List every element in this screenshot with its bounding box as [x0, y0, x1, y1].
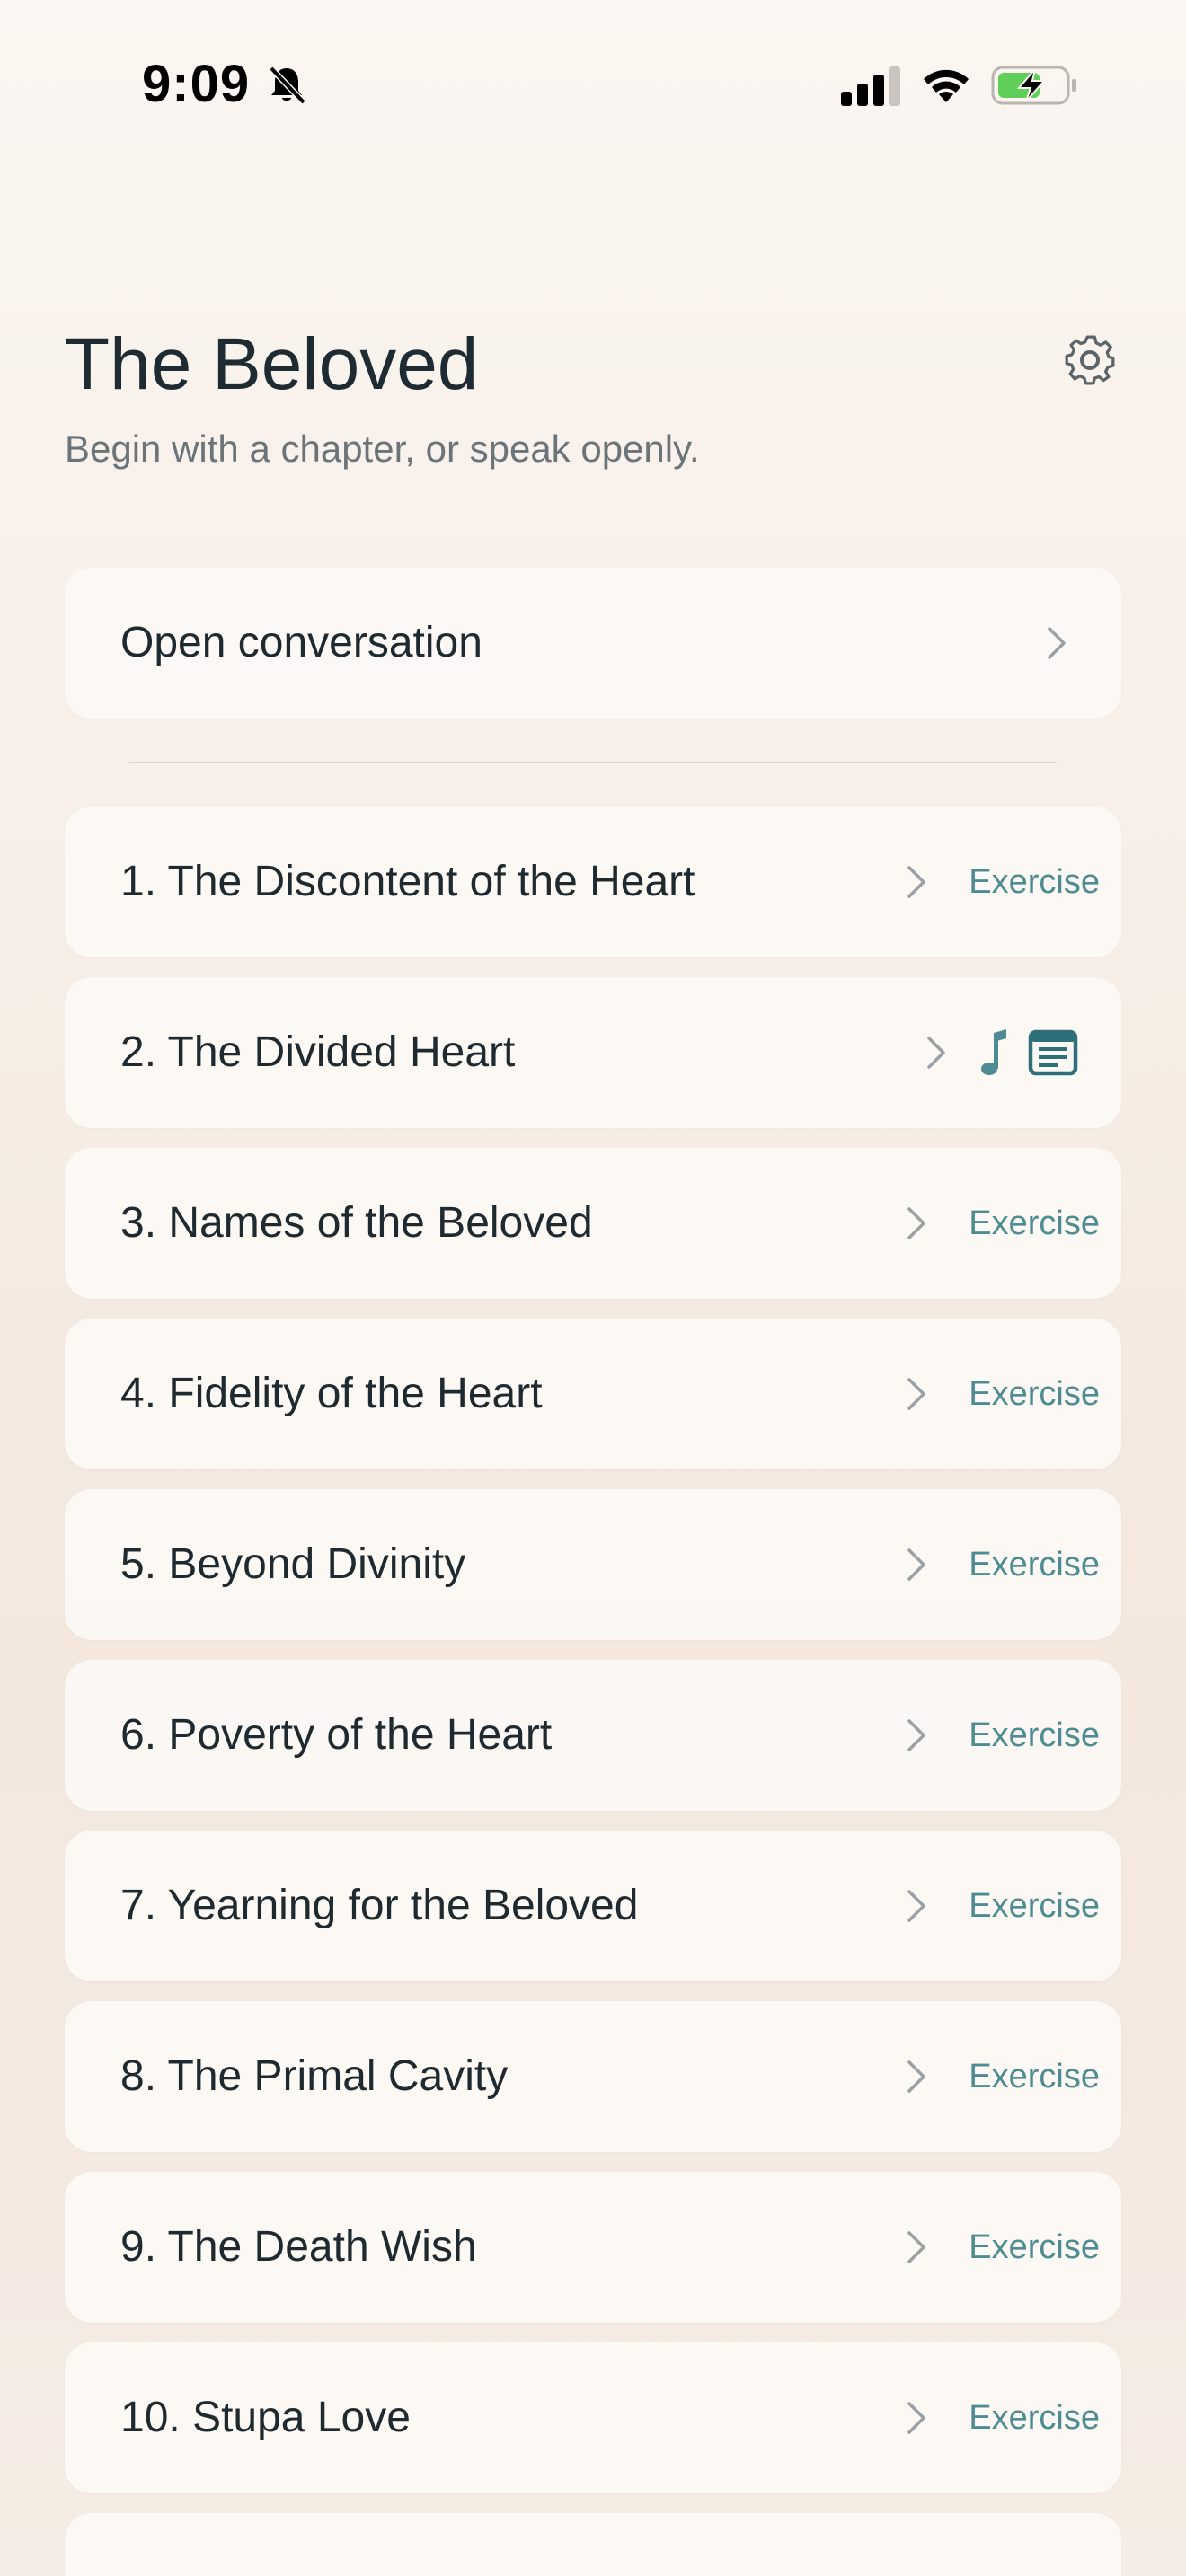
page-subtitle: Begin with a chapter, or speak openly. — [65, 428, 700, 470]
chapter-title: 7. Yearning for the Beloved — [120, 1882, 639, 1929]
document-icon[interactable] — [1028, 1029, 1078, 1076]
chapter-title: 2. The Divided Heart — [120, 1028, 516, 1076]
status-time: 9:09 — [142, 55, 251, 113]
chevron-right-icon — [907, 2231, 925, 2263]
chapter-title: 8. The Primal Cavity — [120, 2052, 509, 2100]
chevron-right-icon — [1048, 627, 1066, 659]
exercise-link[interactable]: Exercise — [969, 2342, 1100, 2493]
divider — [129, 762, 1057, 763]
music-note-icon[interactable] — [978, 1026, 1010, 1080]
exercise-link[interactable]: Exercise — [969, 1319, 1100, 1469]
open-conversation-button[interactable]: Open conversation — [65, 568, 1121, 719]
chapter-item-7[interactable]: 7. Yearning for the Beloved Exercise — [65, 1831, 1121, 1981]
exercise-link[interactable]: Exercise — [969, 1148, 1100, 1299]
exercise-link[interactable]: Exercise — [969, 2001, 1100, 2152]
bell-slash-icon — [269, 66, 306, 105]
chapter-item-5[interactable]: 5. Beyond Divinity Exercise — [65, 1489, 1121, 1640]
exercise-link[interactable]: Exercise — [969, 807, 1100, 957]
cellular-signal-icon — [841, 66, 900, 106]
chapter-item-10[interactable]: 10. Stupa Love Exercise — [65, 2342, 1121, 2493]
chapter-title: 4. Fidelity of the Heart — [120, 1370, 543, 1417]
chevron-right-icon — [907, 1719, 925, 1751]
chapter-title: 5. Beyond Divinity — [120, 1540, 466, 1588]
chapter-item-6[interactable]: 6. Poverty of the Heart Exercise — [65, 1660, 1121, 1811]
chevron-right-icon — [907, 1890, 925, 1922]
page-title: The Beloved — [65, 323, 479, 405]
wifi-icon — [924, 69, 969, 102]
open-conversation-label: Open conversation — [120, 619, 482, 666]
chapter-item-3[interactable]: 3. Names of the Beloved Exercise — [65, 1148, 1121, 1299]
chapter-title: 6. Poverty of the Heart — [120, 1711, 553, 1759]
chevron-right-icon — [907, 1207, 925, 1239]
exercise-link[interactable]: Exercise — [969, 2172, 1100, 2323]
battery-charging-icon — [991, 66, 1076, 105]
chevron-right-icon — [907, 1548, 925, 1581]
chevron-right-icon — [907, 2060, 925, 2093]
chapter-title: 3. Names of the Beloved — [120, 1199, 593, 1247]
exercise-link[interactable]: Exercise — [969, 1660, 1100, 1811]
gear-icon[interactable] — [1060, 331, 1120, 390]
chapter-item-9[interactable]: 9. The Death Wish Exercise — [65, 2172, 1121, 2323]
chevron-right-icon — [907, 866, 925, 898]
chevron-right-icon — [927, 1037, 945, 1069]
chapter-item-4[interactable]: 4. Fidelity of the Heart Exercise — [65, 1319, 1121, 1469]
exercise-link[interactable]: Exercise — [969, 1489, 1100, 1640]
status-bar: 9:09 — [0, 0, 1186, 171]
chapter-title: 9. The Death Wish — [120, 2223, 477, 2271]
chapter-title: 10. Stupa Love — [120, 2394, 411, 2441]
chevron-right-icon — [907, 2402, 925, 2434]
chapter-title: 1. The Discontent of the Heart — [120, 858, 695, 905]
chapter-item-1[interactable]: 1. The Discontent of the Heart Exercise — [65, 807, 1121, 957]
chevron-right-icon — [907, 1378, 925, 1410]
chapter-item-2[interactable]: 2. The Divided Heart — [65, 977, 1121, 1128]
exercise-link[interactable]: Exercise — [969, 1831, 1100, 1981]
chapter-item-8[interactable]: 8. The Primal Cavity Exercise — [65, 2001, 1121, 2152]
chapter-item-next[interactable] — [65, 2513, 1121, 2576]
